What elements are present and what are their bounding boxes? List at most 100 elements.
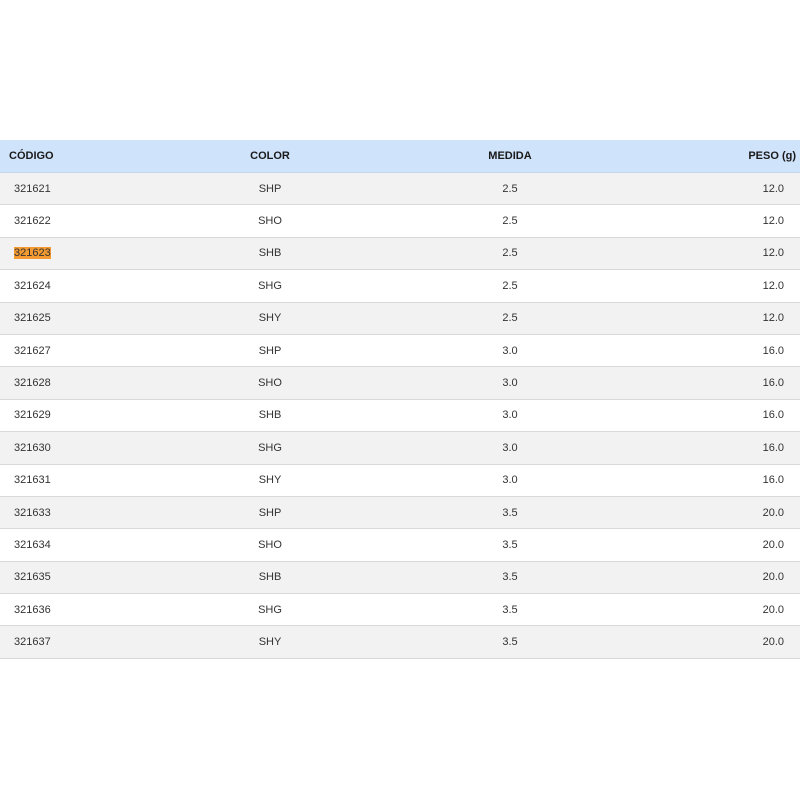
cell-color: SHB xyxy=(180,571,360,583)
header-peso: PESO (g) xyxy=(748,150,796,162)
cell-code: 321634 xyxy=(0,539,180,551)
cell-code-text: 321625 xyxy=(14,312,51,325)
cell-peso-text: 12.0 xyxy=(762,247,784,260)
cell-medida: 3.5 xyxy=(360,539,660,551)
cell-medida-text: 3.5 xyxy=(502,636,518,649)
cell-color: SHP xyxy=(180,507,360,519)
cell-code-text: 321634 xyxy=(14,538,51,551)
cell-peso: 20.0 xyxy=(660,539,800,551)
cell-code-text: 321624 xyxy=(14,279,51,292)
cell-color: SHB xyxy=(180,409,360,421)
header-color: COLOR xyxy=(250,150,290,162)
table-row: 321624 SHG 2.5 12.0 xyxy=(0,270,800,303)
header-code: CÓDIGO xyxy=(9,150,54,162)
cell-color: SHO xyxy=(180,539,360,551)
cell-code: 321635 xyxy=(0,571,180,583)
cell-code-text: 321627 xyxy=(14,344,51,357)
cell-medida: 3.0 xyxy=(360,377,660,389)
cell-peso: 12.0 xyxy=(660,280,800,292)
cell-color-text: SHB xyxy=(258,247,282,260)
cell-peso-text: 12.0 xyxy=(762,182,784,195)
cell-color: SHG xyxy=(180,604,360,616)
cell-code: 321637 xyxy=(0,636,180,648)
cell-medida-text: 3.0 xyxy=(502,377,518,390)
cell-peso: 16.0 xyxy=(660,345,800,357)
table-row: 321637 SHY 3.5 20.0 xyxy=(0,626,800,659)
table-header-row: CÓDIGO COLOR MEDIDA PESO (g) xyxy=(0,140,800,173)
cell-color: SHG xyxy=(180,280,360,292)
cell-color-text: SHG xyxy=(258,441,282,454)
cell-color: SHO xyxy=(180,215,360,227)
cell-peso: 20.0 xyxy=(660,636,800,648)
cell-medida: 2.5 xyxy=(360,183,660,195)
cell-medida: 3.0 xyxy=(360,474,660,486)
cell-color-text: SHO xyxy=(258,215,282,228)
header-medida: MEDIDA xyxy=(488,150,532,162)
cell-code: 321633 xyxy=(0,507,180,519)
cell-color-text: SHB xyxy=(258,571,282,584)
cell-code-text: 321636 xyxy=(14,603,51,616)
table-row: 321631 SHY 3.0 16.0 xyxy=(0,464,800,497)
table-row: 321623 SHB 2.5 12.0 xyxy=(0,237,800,271)
cell-code: 321627 xyxy=(0,345,180,357)
table-row: 321633 SHP 3.5 20.0 xyxy=(0,496,800,530)
cell-peso: 20.0 xyxy=(660,507,800,519)
cell-code: 321636 xyxy=(0,604,180,616)
cell-medida-text: 3.5 xyxy=(502,538,518,551)
cell-medida-text: 2.5 xyxy=(502,312,518,325)
cell-color: SHP xyxy=(180,183,360,195)
cell-medida-text: 3.0 xyxy=(502,474,518,487)
cell-color-text: SHY xyxy=(258,312,282,325)
cell-color: SHY xyxy=(180,312,360,324)
cell-code: 321625 xyxy=(0,312,180,324)
table-row: 321625 SHY 2.5 12.0 xyxy=(0,302,800,335)
cell-peso: 16.0 xyxy=(660,442,800,454)
cell-code-text: 321623 xyxy=(14,247,51,260)
table-row: 321622 SHO 2.5 12.0 xyxy=(0,205,800,238)
cell-medida: 3.0 xyxy=(360,442,660,454)
table-body: 321621 SHP 2.5 12.0 321622 SHO 2.5 12.0 321623 SH… xyxy=(0,173,800,659)
cell-medida-text: 3.5 xyxy=(502,571,518,584)
cell-code: 321629 xyxy=(0,409,180,421)
cell-code-text: 321630 xyxy=(14,441,51,454)
cell-medida-text: 2.5 xyxy=(502,182,518,195)
cell-medida-text: 3.5 xyxy=(502,603,518,616)
cell-peso-text: 16.0 xyxy=(762,474,784,487)
table-row: 321634 SHO 3.5 20.0 xyxy=(0,529,800,562)
cell-medida: 3.0 xyxy=(360,409,660,421)
cell-medida: 2.5 xyxy=(360,312,660,324)
cell-peso-text: 12.0 xyxy=(762,215,784,228)
cell-medida: 3.5 xyxy=(360,507,660,519)
cell-code: 321622 xyxy=(0,215,180,227)
cell-medida-text: 3.0 xyxy=(502,344,518,357)
cell-medida: 2.5 xyxy=(360,247,660,259)
cell-color-text: SHY xyxy=(258,636,282,649)
table-row: 321629 SHB 3.0 16.0 xyxy=(0,399,800,433)
cell-color-text: SHP xyxy=(258,344,282,357)
cell-peso-text: 16.0 xyxy=(762,441,784,454)
cell-color: SHP xyxy=(180,345,360,357)
cell-code: 321624 xyxy=(0,280,180,292)
product-table: CÓDIGO COLOR MEDIDA PESO (g) 321621 SHP 2.… xyxy=(0,140,800,659)
cell-code-text: 321629 xyxy=(14,409,51,422)
cell-medida: 2.5 xyxy=(360,280,660,292)
cell-peso: 12.0 xyxy=(660,312,800,324)
cell-color: SHB xyxy=(180,247,360,259)
cell-peso-text: 20.0 xyxy=(762,603,784,616)
cell-peso-text: 20.0 xyxy=(762,636,784,649)
table-row: 321621 SHP 2.5 12.0 xyxy=(0,173,800,206)
cell-color-text: SHO xyxy=(258,377,282,390)
table-row: 321628 SHO 3.0 16.0 xyxy=(0,367,800,400)
cell-peso-text: 20.0 xyxy=(762,571,784,584)
cell-code: 321621 xyxy=(0,183,180,195)
cell-color-text: SHB xyxy=(258,409,282,422)
cell-medida-text: 2.5 xyxy=(502,215,518,228)
cell-code-text: 321628 xyxy=(14,377,51,390)
cell-color-text: SHP xyxy=(258,506,282,519)
cell-peso-text: 12.0 xyxy=(762,279,784,292)
table-row: 321630 SHG 3.0 16.0 xyxy=(0,432,800,465)
cell-code-text: 321637 xyxy=(14,636,51,649)
cell-code: 321631 xyxy=(0,474,180,486)
cell-code: 321623 xyxy=(0,247,180,260)
cell-peso: 16.0 xyxy=(660,409,800,421)
